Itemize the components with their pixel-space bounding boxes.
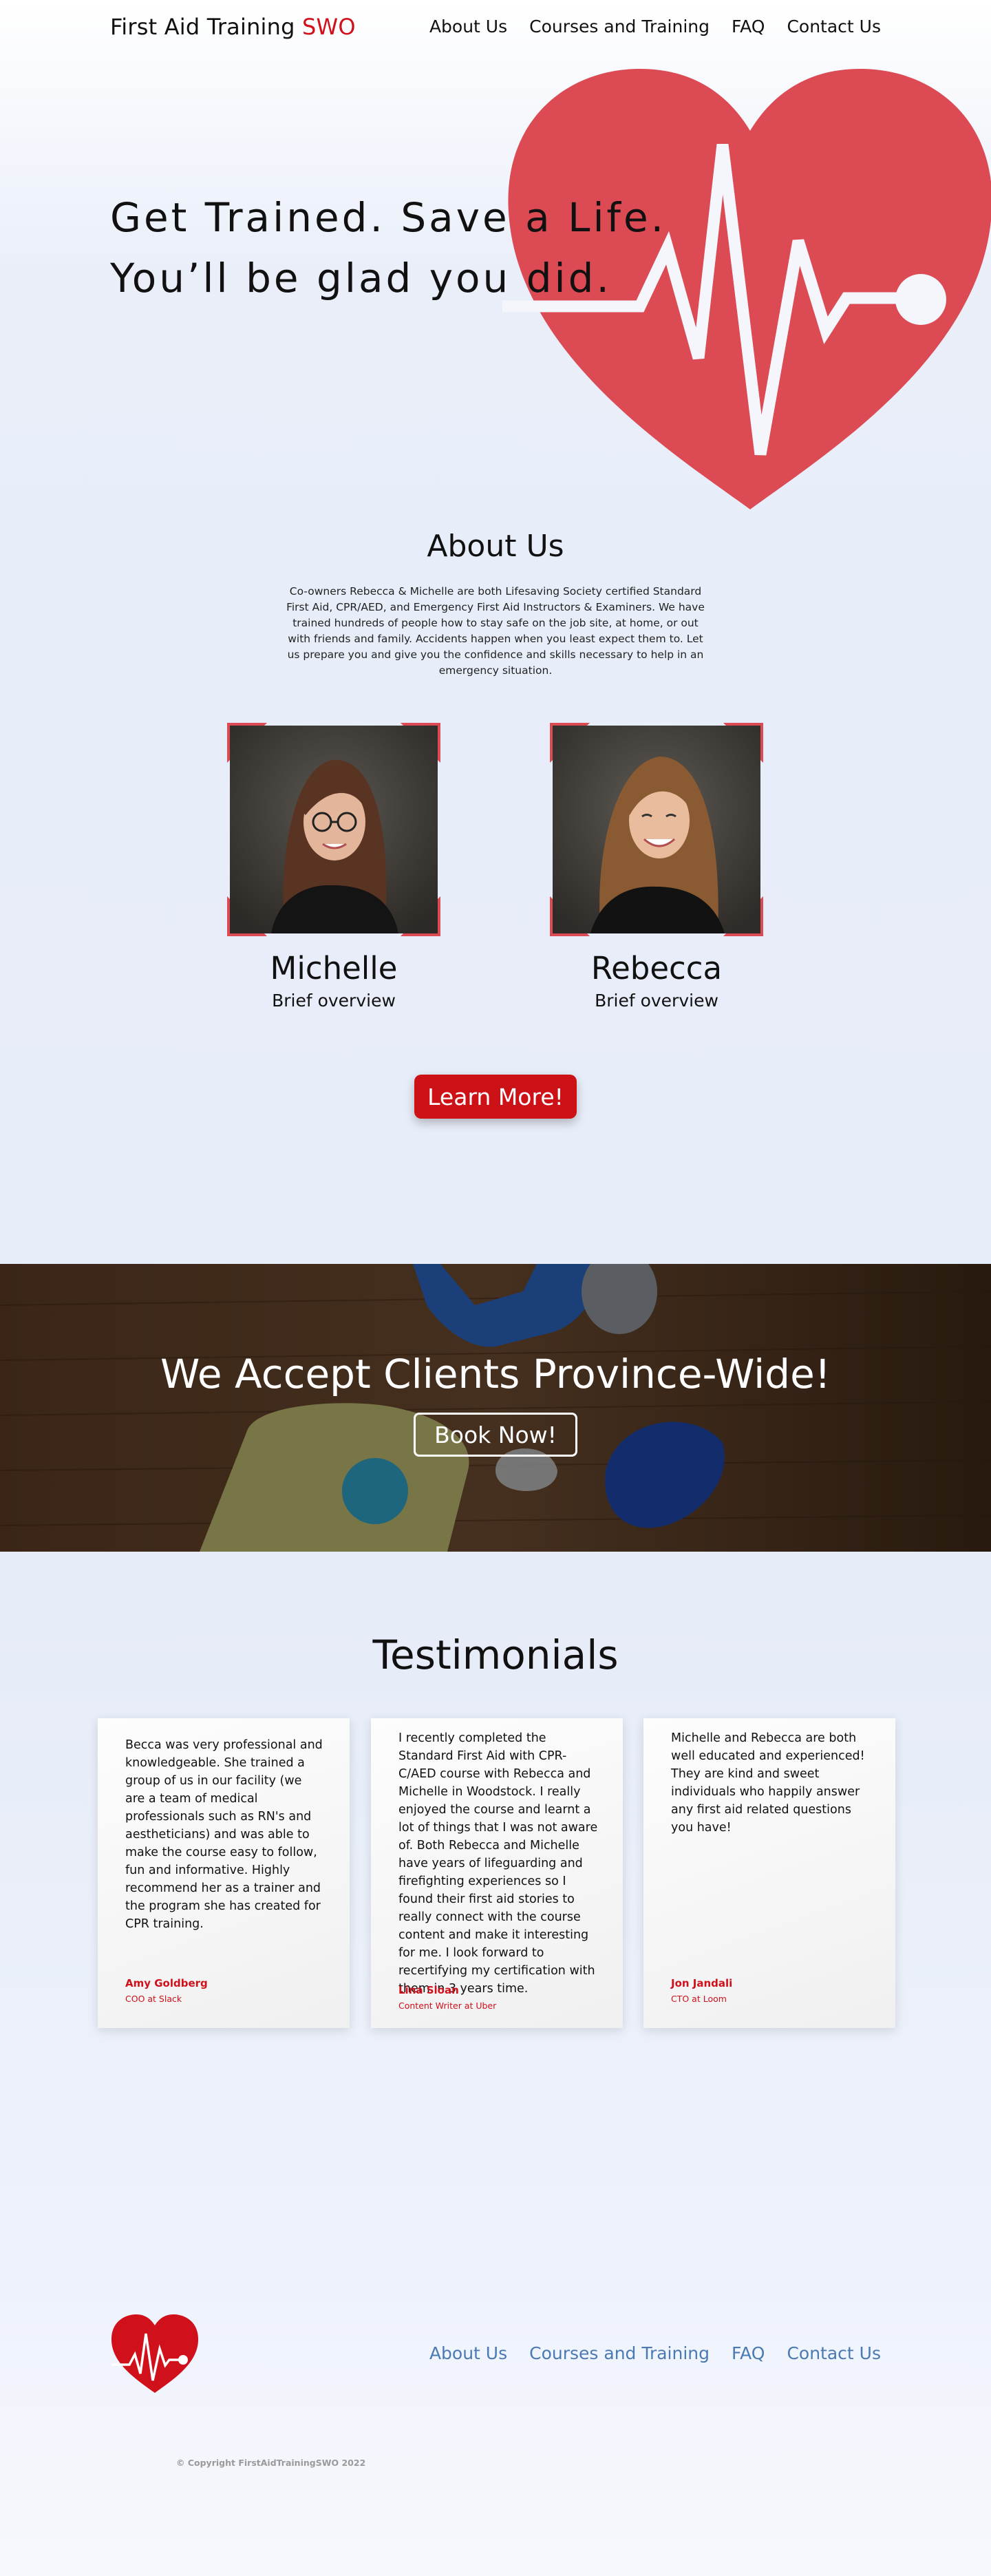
rebecca-photo: [553, 726, 760, 933]
testimonial-author: Jon Jandali: [671, 1977, 733, 1989]
hero-line-2: You’ll be glad you did.: [110, 255, 612, 302]
person-card-michelle: Michelle Brief overview: [227, 723, 440, 1011]
nav-about-us[interactable]: About Us: [429, 17, 507, 36]
banner-title: We Accept Clients Province-Wide!: [160, 1351, 831, 1397]
footer-nav-contact-us[interactable]: Contact Us: [787, 2343, 881, 2363]
testimonial-author: Lina Sloan: [398, 1984, 459, 1996]
logo-accent-text: SWO: [302, 14, 356, 40]
logo-main-text: First Aid Training: [110, 14, 303, 40]
testimonial-quote: Michelle and Rebecca are both well educa…: [671, 1731, 865, 1835]
testimonial-role: CTO at Loom: [671, 1994, 727, 2004]
copyright-text: © Copyright FirstAidTrainingSWO 2022: [176, 2458, 366, 2468]
footer-nav-about-us[interactable]: About Us: [429, 2343, 507, 2363]
person-name: Rebecca: [590, 950, 723, 986]
testimonial-card: I recently completed the Standard First …: [371, 1718, 623, 2028]
hero-line-1: Get Trained. Save a Life.: [110, 194, 667, 241]
person-subtitle: Brief overview: [595, 991, 718, 1011]
footer-nav-courses-and-training[interactable]: Courses and Training: [529, 2343, 710, 2363]
person-card-rebecca: Rebecca Brief overview: [550, 723, 763, 1011]
photo-frame: [227, 723, 440, 936]
nav-faq[interactable]: FAQ: [732, 17, 765, 36]
testimonial-role: COO at Slack: [125, 1994, 182, 2004]
about-title: About Us: [427, 529, 564, 564]
nav-contact-us[interactable]: Contact Us: [787, 17, 881, 36]
main-nav: About Us Courses and Training FAQ Contac…: [429, 17, 881, 36]
michelle-photo: [230, 726, 438, 933]
testimonial-quote: Becca was very professional and knowledg…: [125, 1738, 323, 1931]
footer-nav-faq[interactable]: FAQ: [732, 2343, 765, 2363]
learn-more-button[interactable]: Learn More!: [414, 1075, 577, 1119]
person-name: Michelle: [270, 950, 398, 986]
person-subtitle: Brief overview: [272, 991, 396, 1011]
book-now-button[interactable]: Book Now!: [414, 1413, 577, 1457]
page: First Aid Training SWO About Us Courses …: [0, 0, 991, 2576]
photo-frame: [550, 723, 763, 936]
testimonial-quote: I recently completed the Standard First …: [398, 1731, 598, 1996]
first-aid-kit-background-image: [0, 1264, 991, 1552]
site-logo[interactable]: First Aid Training SWO: [110, 14, 356, 40]
testimonial-role: Content Writer at Uber: [398, 2000, 497, 2011]
testimonial-card: Michelle and Rebecca are both well educa…: [643, 1718, 895, 2028]
testimonial-card: Becca was very professional and knowledg…: [98, 1718, 350, 2028]
hero-heading: Get Trained. Save a Life. You’ll be glad…: [110, 187, 729, 308]
about-description: Co-owners Rebecca & Michelle are both Li…: [286, 585, 705, 677]
nav-courses-and-training[interactable]: Courses and Training: [529, 17, 710, 36]
province-wide-banner: [0, 1264, 991, 1552]
footer-heart-logo-icon[interactable]: [110, 2313, 200, 2394]
footer-nav: About Us Courses and Training FAQ Contac…: [429, 2343, 881, 2363]
site-header: First Aid Training SWO About Us Courses …: [0, 0, 991, 55]
testimonials-title: Testimonials: [372, 1632, 619, 1678]
testimonial-author: Amy Goldberg: [125, 1977, 208, 1989]
